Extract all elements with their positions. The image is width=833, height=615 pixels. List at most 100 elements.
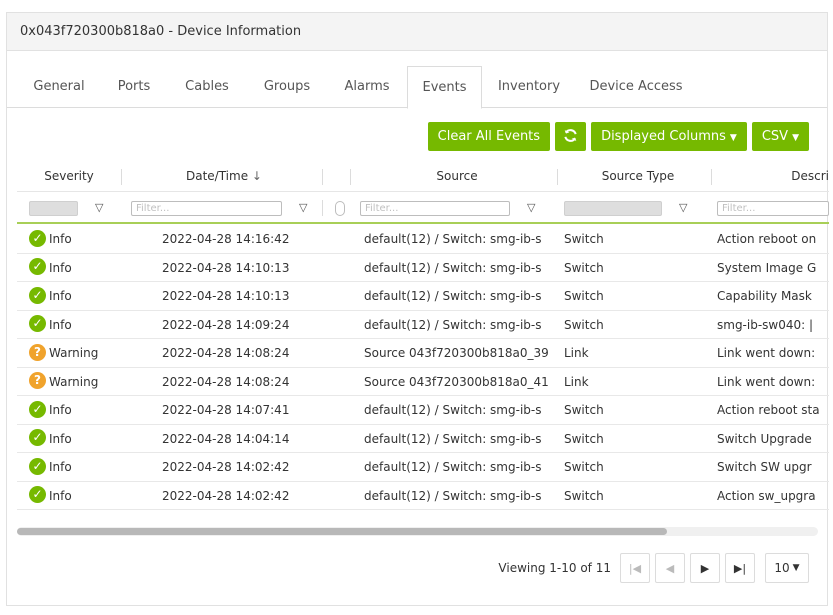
source-type-filter-select[interactable] xyxy=(564,201,662,216)
column-header-source[interactable]: Source xyxy=(357,161,557,191)
source-cell: default(12) / Switch: smg-ib-s xyxy=(364,289,542,303)
severity-label: Info xyxy=(49,289,72,303)
tab-general[interactable]: General xyxy=(21,66,97,108)
severity-cell: ✓ Info xyxy=(29,282,129,310)
description-cell: Action sw_upgra xyxy=(717,488,816,503)
severity-label: Info xyxy=(49,260,72,275)
device-information-panel: 0x043f720300b818a0 - Device Information … xyxy=(6,12,829,606)
chevron-down-icon: ▼ xyxy=(792,563,800,573)
table-row[interactable]: ✓ Info 2022-04-28 14:02:42 default(12) / Sw… xyxy=(17,453,829,482)
grid-header: Severity Date/Time ↓ Source Source Type … xyxy=(17,161,829,191)
viewing-range: 1-10 xyxy=(549,561,577,575)
severity-label: Info xyxy=(49,460,72,474)
description-filter-input[interactable]: Filter... xyxy=(717,201,829,216)
tab-alarms[interactable]: Alarms xyxy=(332,66,402,108)
source-type-cell: Switch xyxy=(564,289,604,303)
displayed-columns-button[interactable]: Displayed Columns ▼ xyxy=(591,122,747,151)
check-icon: ✓ xyxy=(29,486,46,503)
prev-page-button[interactable]: ◀ xyxy=(655,553,685,583)
severity-cell: ✓ Info xyxy=(29,453,129,481)
table-row[interactable]: ✓ Info 2022-04-28 14:07:41 default(12) / Sw… xyxy=(17,396,829,425)
prev-page-icon: ◀ xyxy=(665,561,675,575)
source-cell: default(12) / Switch: smg-ib-s xyxy=(364,460,542,474)
table-row[interactable]: ✓ Info 2022-04-28 14:02:42 default(12) / Sw… xyxy=(17,482,829,510)
datetime-cell: 2022-04-28 14:10:13 xyxy=(162,289,290,303)
datetime-cell: 2022-04-28 14:02:42 xyxy=(162,460,290,474)
datetime-cell: 2022-04-28 14:16:42 xyxy=(162,232,290,246)
table-row[interactable]: ✓ Info 2022-04-28 14:09:24 default(12) / Sw… xyxy=(17,311,829,339)
severity-label: Warning xyxy=(49,374,99,389)
check-icon: ✓ xyxy=(29,400,46,418)
check-icon: ✓ xyxy=(29,429,46,446)
tab-cables[interactable]: Cables xyxy=(172,66,242,108)
datetime-cell: 2022-04-28 14:09:24 xyxy=(162,317,290,332)
viewing-total: 11 xyxy=(595,561,611,575)
tab-events[interactable]: Events xyxy=(407,66,482,109)
refresh-button[interactable] xyxy=(555,122,587,151)
filter-icon[interactable]: ▽ xyxy=(679,201,687,215)
clear-all-events-button[interactable]: Clear All Events xyxy=(427,122,551,151)
datetime-header-label: Date/Time xyxy=(186,169,249,183)
grid-body: ✓ Info 2022-04-28 14:16:42 default(12) / Sw… xyxy=(17,225,829,510)
filter-row: ▽ Filter... ▽ Filter... ▽ ▽ Filter... xyxy=(17,191,829,224)
table-row[interactable]: ? Warning 2022-04-28 14:08:24 Source 043f72… xyxy=(17,339,829,368)
csv-label: CSV xyxy=(761,129,789,144)
tab-inventory[interactable]: Inventory xyxy=(489,66,569,108)
severity-cell: ✓ Info xyxy=(29,254,129,282)
scrollbar-thumb[interactable] xyxy=(17,528,667,535)
horizontal-scrollbar[interactable] xyxy=(17,527,818,536)
column-resize-handle[interactable] xyxy=(335,201,345,216)
next-page-button[interactable]: ▶ xyxy=(690,553,720,583)
column-divider xyxy=(322,169,323,185)
first-page-button[interactable]: |◀ xyxy=(620,553,650,583)
table-row[interactable]: ✓ Info 2022-04-28 14:16:42 default(12) / Sw… xyxy=(17,225,829,254)
source-cell: default(12) / Switch: smg-ib-s xyxy=(364,260,542,275)
tab-ports[interactable]: Ports xyxy=(105,66,163,108)
severity-label: Info xyxy=(49,403,72,417)
tab-groups[interactable]: Groups xyxy=(252,66,322,108)
check-icon: ✓ xyxy=(29,315,46,332)
column-divider xyxy=(711,169,712,185)
pagination: Viewing 1-10 of 11 |◀ ◀ ▶ ▶| 10 ▼ xyxy=(498,553,809,583)
table-row[interactable]: ✓ Info 2022-04-28 14:10:13 default(12) / Sw… xyxy=(17,282,829,311)
datetime-cell: 2022-04-28 14:02:42 xyxy=(162,488,290,503)
description-cell: Link went down: xyxy=(717,374,816,389)
table-row[interactable]: ✓ Info 2022-04-28 14:04:14 default(12) / Sw… xyxy=(17,425,829,453)
source-cell: default(12) / Switch: smg-ib-s xyxy=(364,431,542,446)
first-page-icon: |◀ xyxy=(628,561,642,575)
page-size-value: 10 xyxy=(774,561,790,575)
column-header-source-type[interactable]: Source Type xyxy=(565,161,711,191)
severity-cell: ✓ Info xyxy=(29,311,129,339)
caret-down-icon: ▼ xyxy=(792,133,799,143)
severity-cell: ✓ Info xyxy=(29,225,129,253)
filter-icon[interactable]: ▽ xyxy=(95,201,103,215)
severity-label: Info xyxy=(49,488,72,503)
severity-cell: ✓ Info xyxy=(29,396,129,424)
table-row[interactable]: ? Warning 2022-04-28 14:08:24 Source 043f72… xyxy=(17,368,829,396)
warning-icon: ? xyxy=(29,343,46,361)
source-type-cell: Switch xyxy=(564,260,604,275)
source-cell: default(12) / Switch: smg-ib-s xyxy=(364,317,542,332)
column-divider xyxy=(121,169,122,185)
source-type-cell: Switch xyxy=(564,460,604,474)
tab-bar: General Ports Cables Groups Alarms Event… xyxy=(7,66,827,109)
filter-icon[interactable]: ▽ xyxy=(299,201,307,215)
column-header-datetime[interactable]: Date/Time ↓ xyxy=(129,161,319,191)
check-icon: ✓ xyxy=(29,457,46,475)
datetime-filter-input[interactable]: Filter... xyxy=(131,201,282,216)
page-size-select[interactable]: 10 ▼ xyxy=(765,553,809,583)
tab-device-access[interactable]: Device Access xyxy=(581,66,691,108)
check-icon: ✓ xyxy=(29,229,46,247)
table-row[interactable]: ✓ Info 2022-04-28 14:10:13 default(12) / Sw… xyxy=(17,254,829,282)
severity-filter-select[interactable] xyxy=(29,201,78,216)
severity-cell: ✓ Info xyxy=(29,482,129,510)
csv-button[interactable]: CSV ▼ xyxy=(751,122,809,151)
source-filter-input[interactable]: Filter... xyxy=(360,201,510,216)
severity-cell: ✓ Info xyxy=(29,425,129,453)
filter-icon[interactable]: ▽ xyxy=(527,201,535,215)
last-page-button[interactable]: ▶| xyxy=(725,553,755,583)
description-cell: Action reboot sta xyxy=(717,403,820,417)
severity-label: Warning xyxy=(49,346,99,360)
column-header-severity[interactable]: Severity xyxy=(17,161,121,191)
column-header-description[interactable]: Descri xyxy=(717,161,829,191)
